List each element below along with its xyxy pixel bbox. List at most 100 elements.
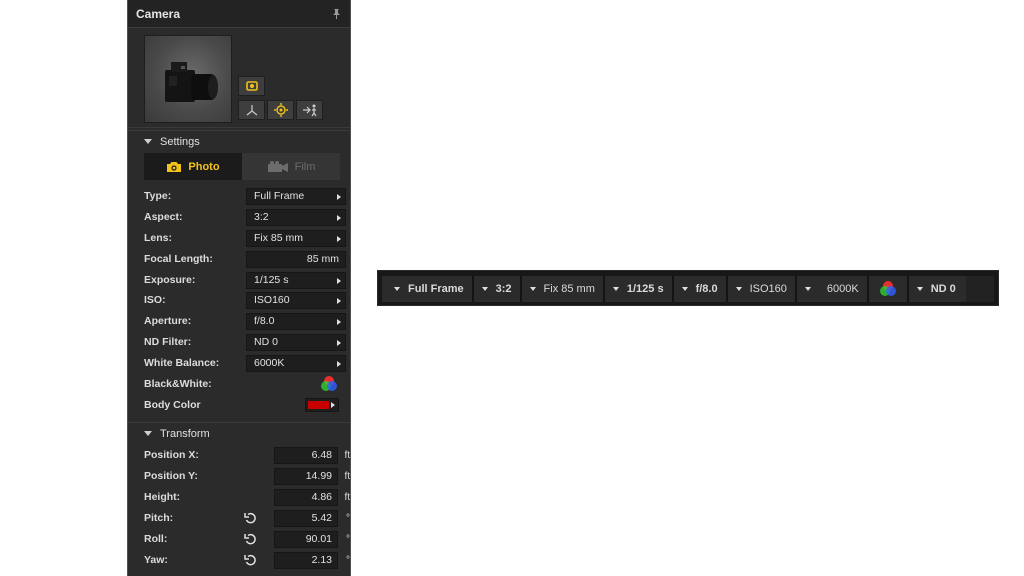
axis-button[interactable]: [238, 100, 265, 120]
toolbar-exposure-button[interactable]: 1/125 s: [604, 276, 674, 302]
focal-length-input[interactable]: 85 mm: [246, 250, 346, 268]
transform-label: Pitch:: [144, 512, 174, 524]
body-color-swatch[interactable]: [305, 398, 339, 412]
setting-label: Aspect:: [144, 211, 183, 223]
setting-row-black-white: Black&White:: [144, 375, 347, 393]
roll-input[interactable]: 90.01: [274, 530, 338, 548]
settings-section-header[interactable]: Settings: [128, 130, 350, 152]
reset-icon[interactable]: [243, 512, 257, 525]
tab-film-label: Film: [294, 160, 316, 173]
unit-label: °: [346, 512, 350, 524]
film-camera-icon: [267, 160, 288, 172]
rgb-color-icon[interactable]: [320, 375, 338, 393]
toolbar-exposure-value: 1/125 s: [626, 283, 664, 295]
setting-label: Type:: [144, 190, 172, 202]
toolbar-aperture-button[interactable]: f/8.0: [673, 276, 728, 302]
exposure-dropdown[interactable]: 1/125 s: [246, 271, 346, 289]
caret-down-icon: [804, 287, 811, 291]
setting-label: Aperture:: [144, 315, 192, 327]
setting-row-body-color: Body Color: [144, 396, 347, 414]
white-balance-dropdown[interactable]: 6000K: [246, 354, 346, 372]
move-to-button[interactable]: [296, 100, 323, 120]
toolbar-iso-button[interactable]: ISO160: [727, 276, 797, 302]
setting-row-white-balance: White Balance: 6000K: [144, 354, 347, 372]
setting-label: White Balance:: [144, 357, 220, 369]
toolbar-white-balance-value: 6000K: [826, 283, 859, 295]
toolbar-iso-value: ISO160: [749, 283, 787, 295]
setting-row-type: Type: Full Frame: [144, 187, 347, 205]
toolbar-black-white-button[interactable]: [868, 276, 909, 302]
settings-section-title: Settings: [160, 135, 200, 148]
caret-down-icon: [681, 287, 688, 291]
reset-icon[interactable]: [243, 554, 257, 567]
yaw-input[interactable]: 2.13: [274, 551, 338, 569]
target-icon: [273, 103, 288, 117]
photo-camera-icon: [167, 161, 182, 172]
aspect-dropdown[interactable]: 3:2: [246, 208, 346, 226]
toolbar-nd-value: ND 0: [930, 283, 956, 295]
target-button[interactable]: [267, 100, 294, 120]
setting-row-aspect: Aspect: 3:2: [144, 208, 347, 226]
setting-label: ND Filter:: [144, 336, 192, 348]
mode-tabs: Photo Film: [144, 153, 340, 180]
height-input[interactable]: 4.86: [274, 488, 338, 506]
setting-label: Black&White:: [144, 378, 212, 390]
toolbar-lens-value: Fix 85 mm: [543, 283, 595, 295]
setting-label: ISO:: [144, 294, 166, 306]
position-x-input[interactable]: 6.48: [274, 446, 338, 464]
toolbar-aperture-value: f/8.0: [695, 283, 718, 295]
toolbar-aspect-button[interactable]: 3:2: [473, 276, 522, 302]
caret-down-icon: [612, 287, 619, 291]
position-y-input[interactable]: 14.99: [274, 467, 338, 485]
move-to-icon: [302, 104, 316, 117]
unit-label: ft: [344, 449, 350, 461]
lens-dropdown[interactable]: Fix 85 mm: [246, 229, 346, 247]
camera-swap-icon: [245, 81, 258, 91]
axis-icon: [246, 105, 257, 116]
transform-row-yaw: Yaw: 2.13 °: [144, 551, 350, 569]
toolbar-white-balance-button[interactable]: 6000K: [796, 276, 869, 302]
aperture-dropdown[interactable]: f/8.0: [246, 312, 346, 330]
toolbar-lens-button[interactable]: Fix 85 mm: [521, 276, 605, 302]
caret-down-icon: [529, 287, 536, 291]
tab-photo-label: Photo: [188, 160, 220, 173]
setting-row-iso: ISO: ISO160: [144, 291, 347, 309]
camera-settings-toolbar: Full Frame 3:2 Fix 85 mm 1/125 s f/8.0 I…: [377, 270, 999, 306]
collapse-triangle-icon: [144, 431, 152, 436]
tab-photo[interactable]: Photo: [144, 153, 242, 180]
reset-icon[interactable]: [243, 533, 257, 546]
setting-row-aperture: Aperture: f/8.0: [144, 312, 347, 330]
toolbar-type-button[interactable]: Full Frame: [382, 276, 474, 302]
transform-label: Position X:: [144, 449, 199, 461]
rgb-color-icon: [879, 281, 896, 296]
camera-view-button[interactable]: [238, 76, 265, 96]
caret-down-icon: [735, 287, 742, 291]
transform-label: Roll:: [144, 533, 168, 545]
unit-label: ft: [344, 470, 350, 482]
transform-section-title: Transform: [160, 427, 210, 440]
toolbar-aspect-value: 3:2: [495, 283, 512, 295]
transform-label: Yaw:: [144, 554, 168, 566]
pin-icon[interactable]: [330, 8, 342, 20]
transform-row-position-y: Position Y: 14.99 ft: [144, 467, 350, 485]
unit-label: °: [346, 554, 350, 566]
camera-body-icon: [165, 62, 218, 102]
panel-titlebar: Camera: [128, 0, 350, 28]
tab-film[interactable]: Film: [242, 153, 340, 180]
transform-row-height: Height: 4.86 ft: [144, 488, 350, 506]
iso-dropdown[interactable]: ISO160: [246, 291, 346, 309]
nd-filter-dropdown[interactable]: ND 0: [246, 333, 346, 351]
caret-down-icon: [481, 287, 488, 291]
pitch-input[interactable]: 5.42: [274, 509, 338, 527]
transform-label: Position Y:: [144, 470, 198, 482]
toolbar-nd-button[interactable]: ND 0: [908, 276, 966, 302]
transform-section-header[interactable]: Transform: [128, 422, 350, 444]
setting-label: Exposure:: [144, 274, 196, 286]
body-color-fill: [308, 401, 329, 409]
setting-row-focal-length: Focal Length: 85 mm: [144, 250, 347, 268]
camera-preview-area: [128, 28, 350, 128]
body-color-arrow-icon: [331, 402, 335, 408]
transform-row-pitch: Pitch: 5.42 °: [144, 509, 350, 527]
type-dropdown[interactable]: Full Frame: [246, 187, 346, 205]
setting-row-lens: Lens: Fix 85 mm: [144, 229, 347, 247]
